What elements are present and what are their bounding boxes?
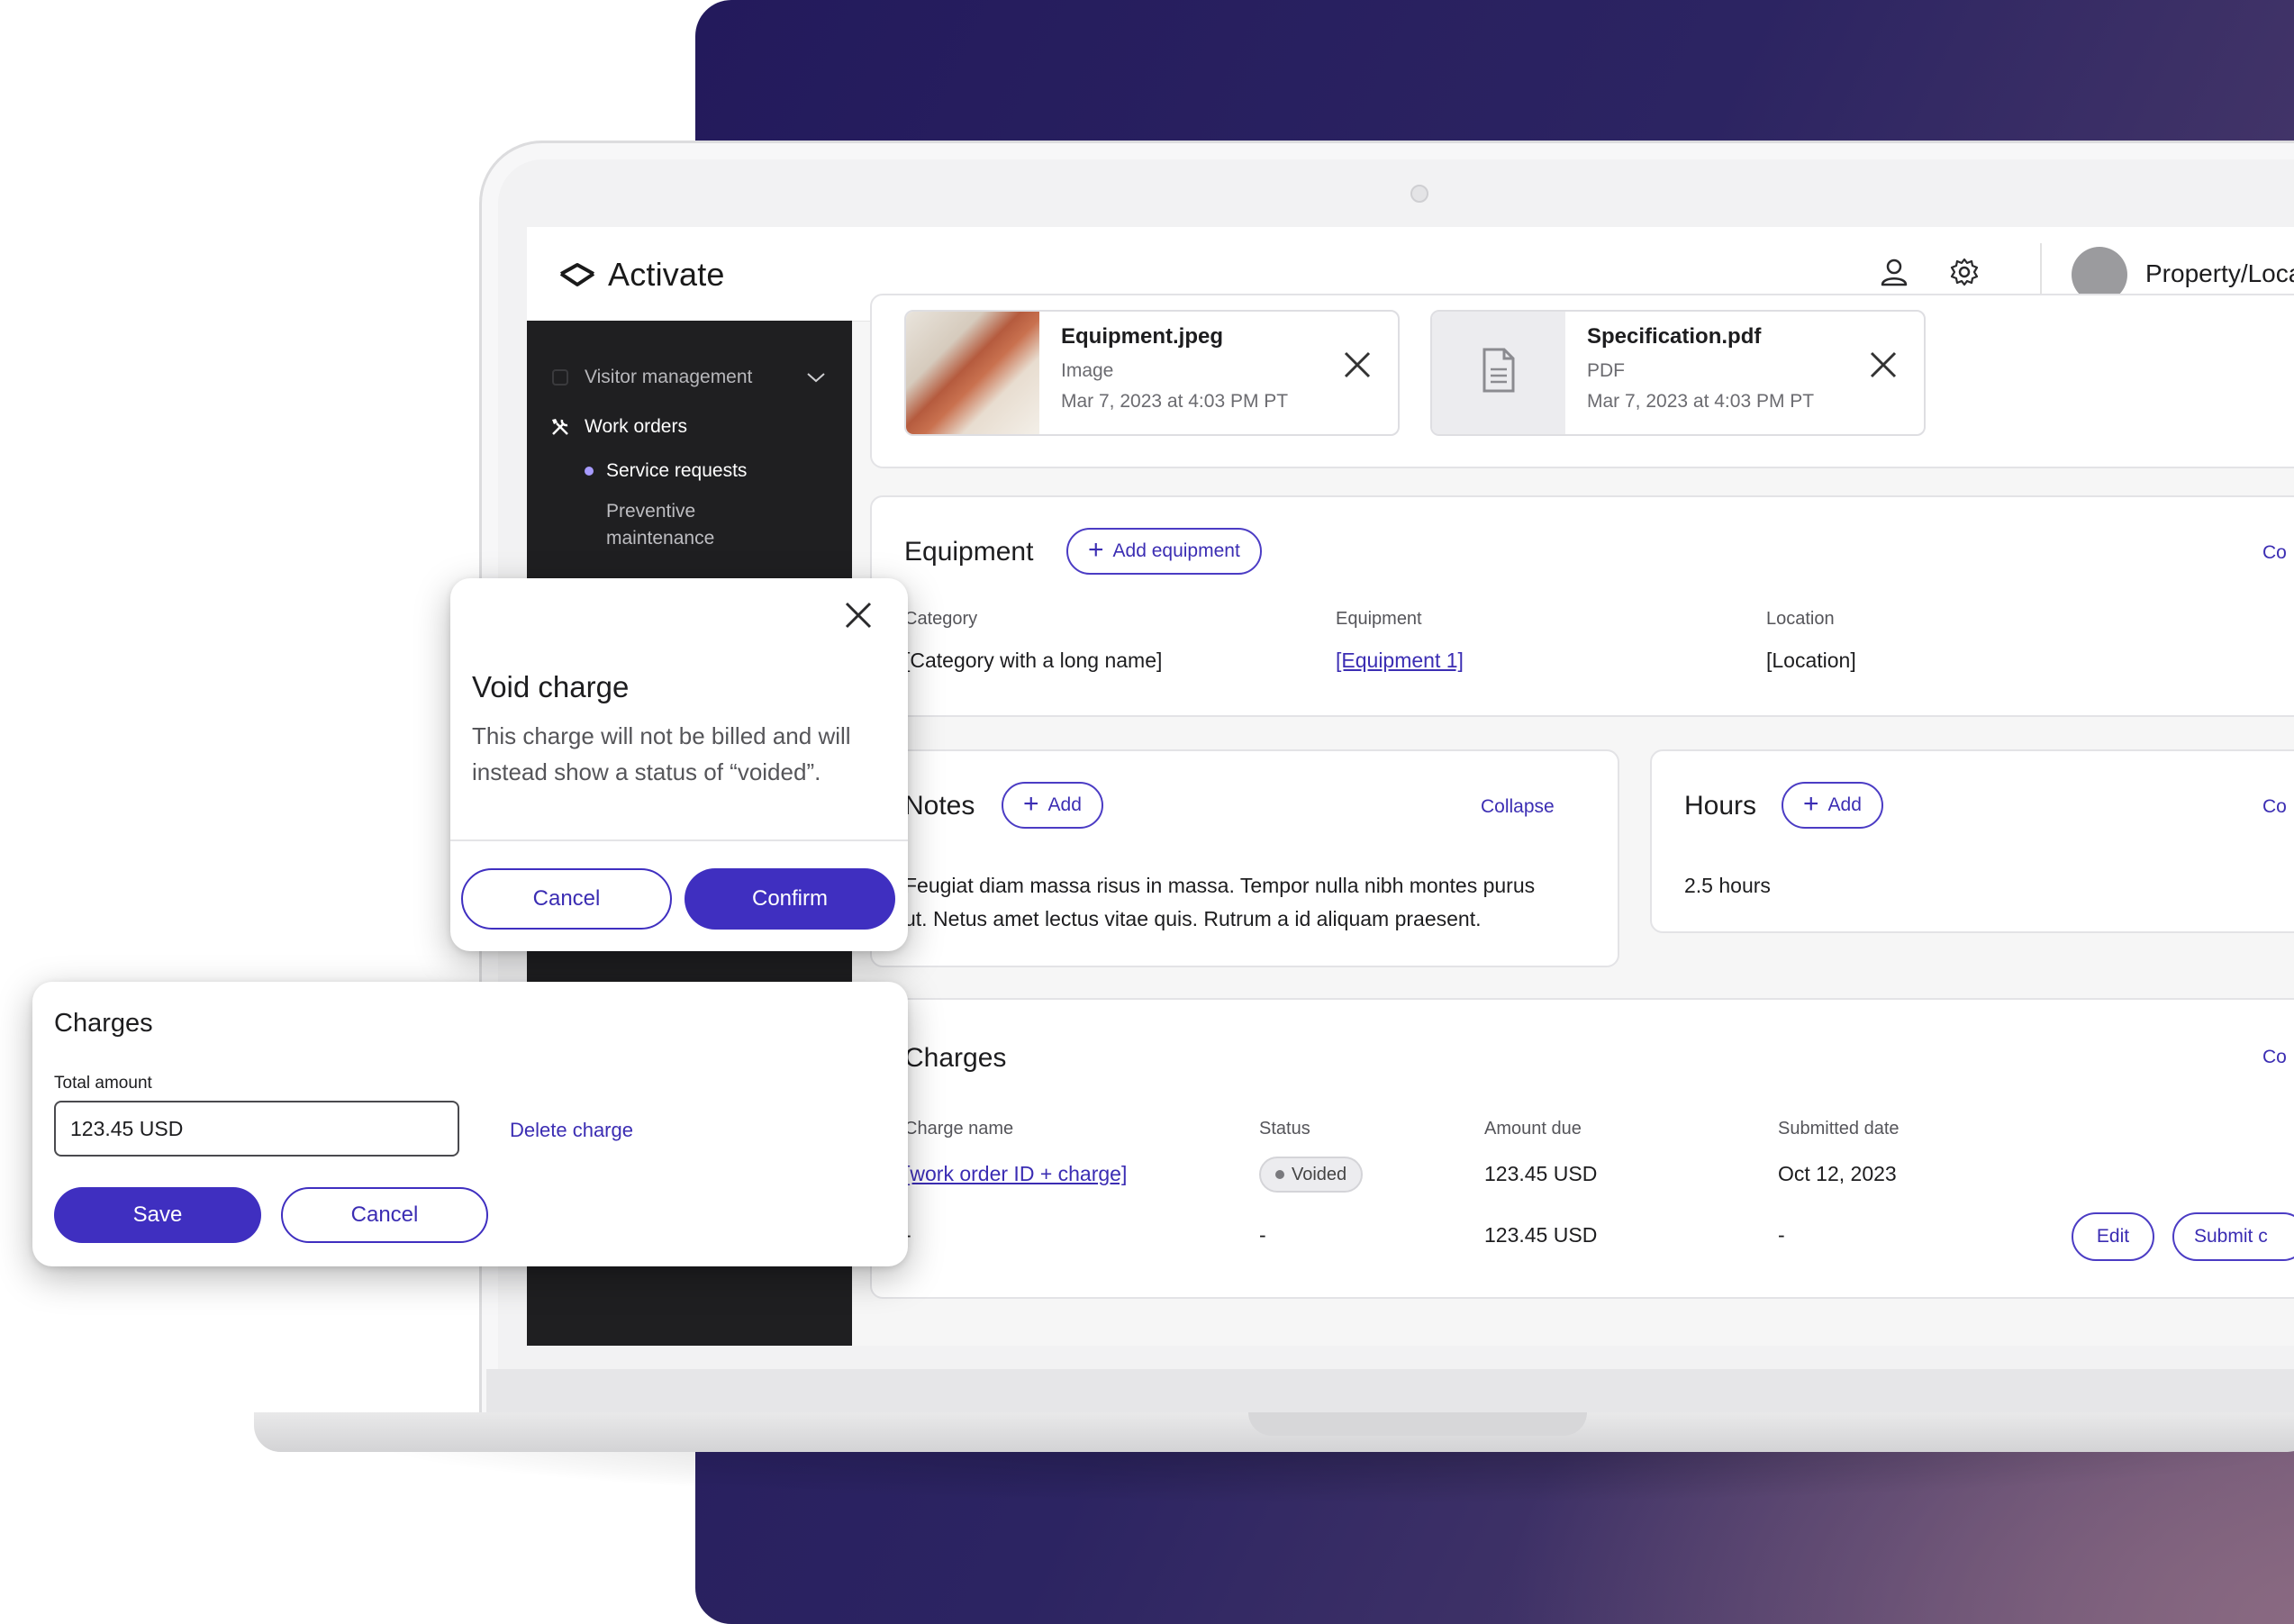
save-button[interactable]: Save [54,1187,261,1243]
confirm-button[interactable]: Confirm [685,868,895,930]
column-header: Charge name [904,1119,1014,1139]
edit-charge-button[interactable]: Edit [2072,1212,2154,1261]
attachment-specification-pdf[interactable]: Specification.pdf PDF Mar 7, 2023 at 4:0… [1430,310,1926,436]
attachments-card: Equipment.jpeg Image Mar 7, 2023 at 4:03… [870,294,2294,468]
gear-icon[interactable] [1948,256,1981,288]
visitor-icon [549,366,572,389]
section-title: Equipment [904,537,1034,567]
main-content: Equipment.jpeg Image Mar 7, 2023 at 4:03… [852,294,2294,1346]
total-amount-input[interactable]: 123.45 USD [54,1101,459,1157]
laptop-lid-bottom [486,1369,2294,1412]
field-label: Total amount [54,1074,152,1093]
submit-charge-button[interactable]: Submit c [2172,1212,2294,1261]
file-name: Equipment.jpeg [1061,324,1223,349]
collapse-button[interactable]: Co [2262,542,2287,564]
plus-icon: + [1803,788,1819,819]
add-hours-button[interactable]: + Add [1782,782,1883,829]
collapse-button[interactable]: Collapse [1481,796,1555,818]
collapse-button[interactable]: Co [2262,796,2287,818]
activate-logo-icon [559,263,595,286]
charge-name-link[interactable]: [work order ID + charge] [904,1162,1127,1186]
equipment-card: Equipment + Add equipment Co Category Eq… [870,495,2294,717]
hours-value: 2.5 hours [1684,874,1771,897]
column-label: Equipment [1336,609,1422,629]
laptop-camera [1410,185,1428,203]
equipment-photo-thumbnail [906,312,1039,434]
modal-title: Charges [54,1009,153,1038]
sidebar-item-label: Work orders [585,416,687,437]
document-icon [1482,348,1515,393]
delete-charge-link[interactable]: Delete charge [510,1119,633,1142]
category-value: [Category with a long name] [904,649,1163,672]
add-equipment-button[interactable]: + Add equipment [1066,528,1262,575]
status-dot [1275,1170,1284,1179]
file-date: Mar 7, 2023 at 4:03 PM PT [1061,391,1289,412]
button-label: Add [1827,794,1862,815]
sidebar-item-preventive-maintenance[interactable]: Preventive maintenance [606,501,714,549]
column-label: Category [904,609,978,629]
amount-due: 123.45 USD [1484,1162,1598,1185]
equipment-link[interactable]: [Equipment 1] [1336,649,1464,673]
plus-icon: + [1088,534,1104,565]
sidebar-item-label: Service requests [606,460,748,481]
active-indicator-dot [585,467,594,476]
column-header: Submitted date [1778,1119,1900,1139]
modal-body-line: instead show a status of “voided”. [472,758,821,785]
user-icon[interactable] [1878,256,1910,288]
file-name: Specification.pdf [1587,324,1762,349]
location-value: [Location] [1766,649,1856,672]
sidebar-item-service-requests[interactable]: Service requests [585,460,747,482]
note-text-line: Feugiat diam massa risus in massa. Tempo… [904,874,1536,897]
laptop-notch [1248,1412,1587,1436]
charges-card: Charges Co Charge name Status Amount due… [870,998,2294,1299]
note-text-line: ut. Netus amet lectus vitae quis. Rutrum… [904,907,1482,930]
sidebar-item-label-line2: maintenance [606,528,715,549]
file-date: Mar 7, 2023 at 4:03 PM PT [1587,391,1815,412]
pdf-thumbnail [1432,312,1565,434]
charges-edit-modal: Charges Total amount 123.45 USD Delete c… [32,982,908,1266]
sidebar-item-work-orders[interactable]: Work orders [549,415,687,439]
section-title: Notes [904,791,975,821]
plus-icon: + [1023,788,1039,819]
attachment-equipment-jpeg[interactable]: Equipment.jpeg Image Mar 7, 2023 at 4:03… [904,310,1400,436]
amount-due: 123.45 USD [1484,1223,1598,1247]
brand-name: Activate [608,256,725,293]
column-header: Amount due [1484,1119,1582,1139]
close-icon[interactable] [1342,349,1373,380]
column-header: Status [1259,1119,1310,1139]
file-type: PDF [1587,360,1625,381]
void-charge-modal: Void charge This charge will not be bill… [450,578,908,951]
sidebar-item-label: Visitor management [585,367,753,387]
brand-logo[interactable]: Activate [558,256,725,294]
collapse-button[interactable]: Co [2262,1047,2287,1068]
hours-card: Hours + Add Co 2.5 hours [1650,749,2294,933]
close-icon[interactable] [843,600,874,631]
add-note-button[interactable]: + Add [1002,782,1103,829]
modal-divider [450,839,908,841]
status-label: - [1259,1223,1266,1247]
sidebar-item-label: Preventive [606,501,696,522]
column-label: Location [1766,609,1835,629]
modal-title: Void charge [472,670,630,703]
property-selector[interactable]: Property/Loca [2145,259,2294,288]
sidebar-item-visitor-management[interactable]: Visitor management [549,366,826,389]
cancel-button[interactable]: Cancel [461,868,672,930]
button-label: Add equipment [1112,540,1240,561]
status-label: Voided [1292,1164,1347,1184]
tools-icon [549,415,572,439]
cancel-button[interactable]: Cancel [281,1187,488,1243]
submitted-date: - [1778,1223,1785,1247]
close-icon[interactable] [1868,349,1899,380]
file-type: Image [1061,360,1114,381]
button-label: Add [1047,794,1082,815]
submitted-date: Oct 12, 2023 [1778,1162,1897,1185]
notes-card: Notes + Add Collapse Feugiat diam massa … [870,749,1619,967]
section-title: Charges [904,1043,1007,1073]
modal-body-line: This charge will not be billed and will [472,722,851,749]
status-badge: Voided [1259,1157,1364,1193]
section-title: Hours [1684,791,1757,821]
chevron-down-icon[interactable] [806,371,826,384]
